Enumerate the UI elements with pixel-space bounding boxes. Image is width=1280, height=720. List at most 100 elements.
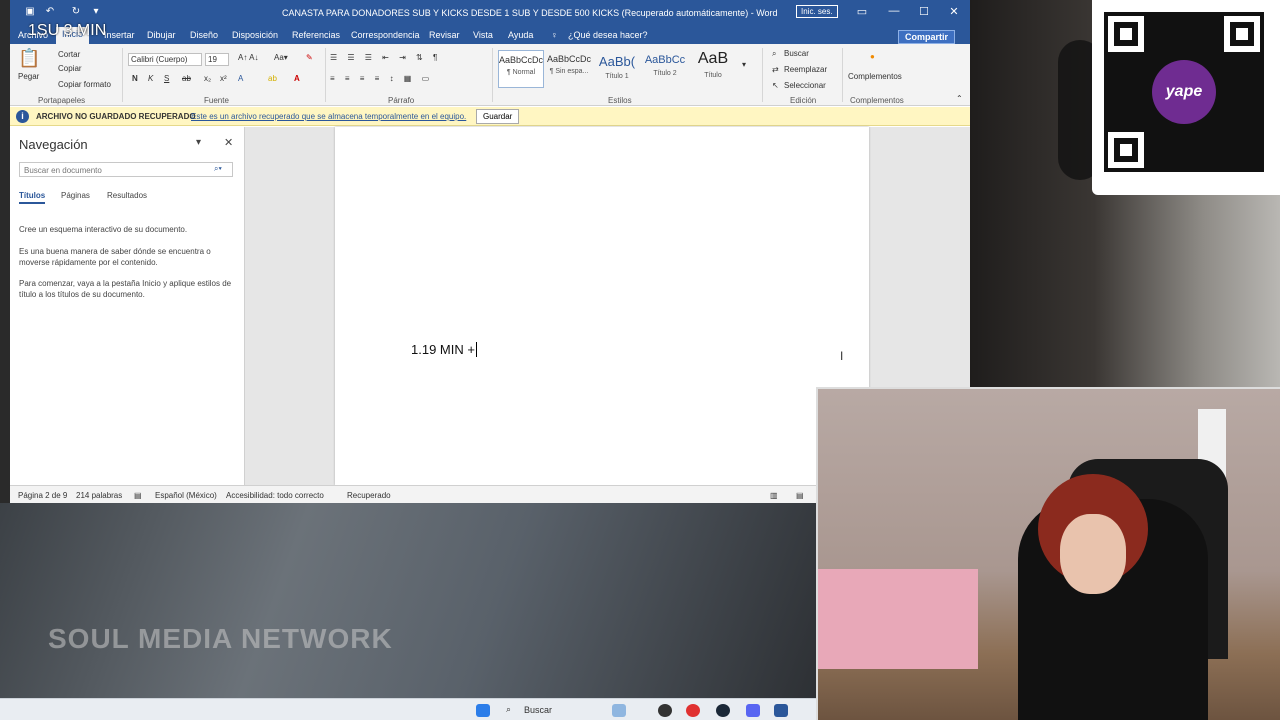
maximize-button[interactable]: ☐ [914, 5, 934, 18]
window-title: CANASTA PARA DONADORES SUB Y KICKS DESDE… [282, 8, 778, 18]
styles-more-icon[interactable]: ▾ [742, 60, 746, 69]
proofing-icon[interactable]: ▤ [134, 491, 142, 500]
language[interactable]: Español (México) [155, 491, 217, 500]
underline-icon[interactable]: S [164, 74, 169, 83]
obs-icon[interactable] [658, 704, 672, 717]
font-name-select[interactable]: Calibri (Cuerpo) [128, 53, 202, 66]
undo-icon[interactable]: ↶ [44, 6, 56, 18]
discord-icon[interactable] [746, 704, 760, 717]
list-icons[interactable]: ☰ ☰ ☰ ⇤ ⇥ ⇅ ¶ [330, 53, 441, 62]
tab-insertar[interactable]: Insertar [104, 30, 135, 40]
streamer-face [1060, 514, 1126, 594]
yape-logo: yape [1152, 60, 1216, 124]
copy-button[interactable]: Copiar [58, 64, 82, 73]
format-painter-button[interactable]: Copiar formato [58, 80, 111, 89]
paste-icon[interactable]: 📋 [18, 48, 40, 69]
find-icon[interactable]: ⌕ [772, 49, 776, 59]
cut-button[interactable]: Cortar [58, 50, 80, 59]
addins-button[interactable]: Complementos [848, 72, 902, 81]
document-page[interactable]: 1.19 MIN + [335, 127, 869, 485]
nav-options-icon[interactable]: ▾ [196, 137, 201, 148]
collapse-ribbon-icon[interactable]: ⌃ [956, 94, 963, 103]
addins-icon[interactable]: ● [870, 52, 875, 61]
align-icons[interactable]: ≡ ≡ ≡ ≡ ↕ ▦ ▭ [330, 74, 433, 83]
font-color-icon[interactable]: A [294, 74, 300, 83]
style-title[interactable]: AaB Título [690, 50, 736, 88]
accessibility-status[interactable]: Accesibilidad: todo correcto [226, 491, 324, 500]
nav-help-3: Para comenzar, vaya a la pestaña Inicio … [19, 279, 232, 299]
style-heading-1[interactable]: AaBb(Título 1 [594, 50, 640, 88]
tab-referencias[interactable]: Referencias [292, 30, 340, 40]
opera-icon[interactable] [686, 704, 700, 717]
divider [842, 48, 843, 102]
tab-revisar[interactable]: Revisar [429, 30, 460, 40]
customize-qa-icon[interactable]: ▾ [90, 6, 102, 18]
clear-format-icon[interactable]: ✎ [306, 53, 313, 62]
word-count[interactable]: 214 palabras [76, 491, 122, 500]
start-icon[interactable] [476, 704, 490, 717]
tab-paginas[interactable]: Páginas [61, 191, 90, 200]
replace-icon[interactable]: ⇄ [772, 65, 779, 74]
strikethrough-icon[interactable]: ab [182, 74, 191, 83]
bed [818, 569, 978, 669]
tell-me-box[interactable]: ¿Qué desea hacer? [568, 30, 648, 40]
select-button[interactable]: Seleccionar [784, 81, 826, 90]
ibeam-cursor-icon: I [840, 349, 844, 363]
tab-vista[interactable]: Vista [473, 30, 493, 40]
superscript-icon[interactable]: x² [220, 74, 227, 83]
text-effects-icon[interactable]: A [238, 74, 243, 83]
nav-search-input[interactable]: Buscar en documento ⌕▾ [19, 162, 233, 177]
nav-help-2: Es una buena manera de saber dónde se en… [19, 247, 211, 267]
font-size-select[interactable]: 19 [205, 53, 229, 66]
style-normal[interactable]: AaBbCcDc ¶ Normal [498, 50, 544, 88]
taskbar-search[interactable]: ⌕ Buscar [500, 703, 612, 718]
page-count[interactable]: Página 2 de 9 [18, 491, 67, 500]
bold-icon[interactable]: N [132, 74, 138, 83]
video-watermark: SOUL MEDIA NETWORK [48, 623, 393, 654]
tab-disposicion[interactable]: Disposición [232, 30, 278, 40]
editing-group-label: Edición [790, 96, 817, 105]
style-heading-2[interactable]: AaBbCc Título 2 [642, 50, 688, 88]
view-print-icon[interactable]: ▤ [796, 491, 804, 500]
tab-titulos[interactable]: Títulos [19, 191, 46, 204]
ribbon-options-icon[interactable]: ▭ [852, 5, 872, 18]
tab-correspondencia[interactable]: Correspondencia [351, 30, 420, 40]
subscript-icon[interactable]: x₂ [204, 74, 211, 83]
select-icon[interactable]: ↖ [772, 81, 779, 90]
taskbar: ⌕ Buscar [0, 698, 816, 720]
widgets-icon[interactable] [612, 704, 626, 717]
nav-close-icon[interactable]: ✕ [224, 136, 233, 149]
tab-dibujar[interactable]: Dibujar [147, 30, 176, 40]
view-read-icon[interactable]: ▥ [770, 491, 778, 500]
tab-diseno[interactable]: Diseño [190, 30, 218, 40]
steam-icon[interactable] [716, 704, 730, 717]
sign-in-button[interactable]: Inic. ses. [796, 5, 838, 18]
close-button[interactable]: ✕ [944, 5, 964, 18]
save-icon[interactable]: ▣ [24, 6, 36, 18]
redo-icon[interactable]: ↻ [70, 6, 82, 18]
ribbon: 📋 Pegar Cortar Copiar Copiar formato Por… [10, 44, 970, 106]
find-button[interactable]: Buscar [784, 49, 809, 58]
share-button[interactable]: Compartir [898, 30, 956, 44]
search-icon: ⌕ [506, 704, 512, 714]
recovered-file-bar: i ARCHIVO NO GUARDADO RECUPERADO Este es… [10, 107, 970, 126]
highlight-icon[interactable]: ab [268, 74, 277, 83]
replace-button[interactable]: Reemplazar [784, 65, 827, 74]
paste-button[interactable]: Pegar [18, 72, 39, 81]
style-no-spacing[interactable]: AaBbCcDc ¶ Sin espa... [546, 50, 592, 88]
change-case-icon[interactable]: Aa▾ [274, 53, 288, 62]
addins-group-label: Complementos [850, 96, 904, 105]
word-icon[interactable] [774, 704, 788, 717]
stream-overlay-text: 1SU 3 MIN [28, 22, 107, 39]
divider [122, 48, 123, 102]
minimize-button[interactable]: — [884, 5, 904, 17]
ribbon-tabs: Archivo Inicio Insertar Dibujar Diseño D… [10, 25, 970, 44]
save-recovered-button[interactable]: Guardar [476, 109, 520, 124]
search-icon[interactable]: ⌕▾ [214, 164, 222, 174]
grow-font-icon[interactable]: A↑ A↓ [238, 53, 258, 62]
italic-icon[interactable]: K [148, 74, 153, 83]
recovered-message-link[interactable]: Este es un archivo recuperado que se alm… [191, 112, 466, 121]
document-text[interactable]: 1.19 MIN + [411, 342, 477, 357]
tab-ayuda[interactable]: Ayuda [508, 30, 533, 40]
tab-resultados[interactable]: Resultados [107, 191, 147, 200]
